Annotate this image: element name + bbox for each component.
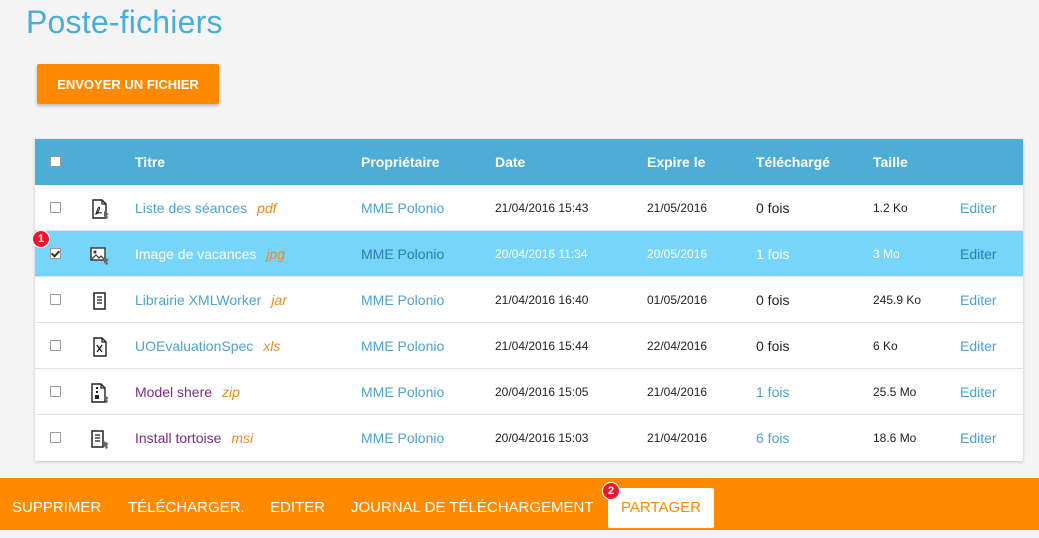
action-bar: SUPPRIMER TÉLÉCHARGER. EDITER JOURNAL DE… — [0, 478, 1039, 530]
edit-button[interactable]: EDITER — [270, 478, 325, 530]
excel-file-icon — [93, 337, 107, 357]
download-count: 0 fois — [756, 200, 790, 216]
row-checkbox[interactable] — [50, 386, 61, 397]
column-header-expires[interactable]: Expire le — [647, 139, 705, 185]
step-badge-2: 2 — [602, 482, 620, 500]
download-button[interactable]: TÉLÉCHARGER. — [128, 478, 245, 530]
download-count: 0 fois — [756, 292, 790, 308]
column-header-title[interactable]: Titre — [135, 139, 165, 185]
file-title[interactable]: Install tortoise — [135, 430, 221, 446]
edit-link[interactable]: Editer — [960, 323, 997, 369]
file-title-link[interactable]: UOEvaluationSpec xls — [135, 323, 280, 369]
row-checkbox[interactable] — [50, 202, 61, 213]
upload-date: 21/04/2016 15:44 — [495, 339, 589, 353]
file-extension: zip — [222, 384, 240, 400]
table-header-row: Titre Propriétaire Date Expire le Téléch… — [35, 139, 1023, 185]
owner-link[interactable]: MME Polonio — [361, 415, 444, 461]
image-file-icon — [90, 247, 109, 265]
file-extension: pdf — [257, 200, 277, 216]
file-size: 3 Mo — [873, 247, 900, 261]
expiry-date: 01/05/2016 — [647, 293, 708, 307]
owner-link[interactable]: MME Polonio — [361, 185, 444, 231]
file-size: 25.5 Mo — [873, 385, 917, 399]
delete-button[interactable]: SUPPRIMER — [12, 478, 101, 530]
edit-link[interactable]: Editer — [960, 415, 997, 461]
column-header-date[interactable]: Date — [495, 139, 525, 185]
column-header-downloaded[interactable]: Téléchargé — [756, 139, 830, 185]
upload-date: 20/04/2016 15:03 — [495, 431, 589, 445]
owner-link[interactable]: MME Polonio — [361, 277, 444, 323]
table-row[interactable]: Liste des séances pdf MME Polonio 21/04/2… — [35, 185, 1023, 231]
owner-link[interactable]: MME Polonio — [361, 231, 444, 277]
file-size: 245.9 Ko — [873, 293, 922, 307]
files-table: Titre Propriétaire Date Expire le Téléch… — [35, 139, 1023, 461]
expiry-date: 20/05/2016 — [647, 247, 708, 261]
upload-date: 20/04/2016 11:34 — [495, 247, 588, 261]
row-checkbox[interactable] — [50, 432, 61, 443]
download-log-button[interactable]: JOURNAL DE TÉLÉCHARGEMENT — [351, 478, 594, 530]
file-title[interactable]: UOEvaluationSpec — [135, 338, 253, 354]
table-row[interactable]: Librairie XMLWorker jar MME Polonio 21/04… — [35, 277, 1023, 323]
edit-link[interactable]: Editer — [960, 231, 997, 277]
file-size: 1.2 Ko — [873, 201, 908, 215]
pdf-file-icon — [92, 199, 109, 219]
text-file-icon — [93, 292, 106, 310]
table-row[interactable]: Image de vacances jpg MME Polonio 20/04/2… — [35, 231, 1023, 277]
share-button[interactable]: PARTAGER — [608, 488, 715, 528]
file-size: 6 Ko — [873, 339, 898, 353]
expiry-date: 21/04/2016 — [647, 385, 708, 399]
owner-link[interactable]: MME Polonio — [361, 369, 444, 415]
select-all-checkbox[interactable] — [50, 156, 61, 167]
expiry-date: 21/05/2016 — [647, 201, 708, 215]
download-count[interactable]: 1 fois — [756, 231, 789, 277]
file-title-link[interactable]: Image de vacances jpg — [135, 231, 285, 277]
column-header-size[interactable]: Taille — [873, 139, 908, 185]
file-title-link[interactable]: Install tortoise msi — [135, 415, 253, 461]
download-count[interactable]: 6 fois — [756, 415, 789, 461]
row-checkbox[interactable] — [50, 248, 61, 259]
file-title[interactable]: Liste des séances — [135, 200, 247, 216]
column-header-owner[interactable]: Propriétaire — [361, 139, 440, 185]
upload-date: 21/04/2016 16:40 — [495, 293, 589, 307]
expiry-date: 22/04/2016 — [647, 339, 708, 353]
table-row[interactable]: UOEvaluationSpec xls MME Polonio 21/04/20… — [35, 323, 1023, 369]
expiry-date: 21/04/2016 — [647, 431, 708, 445]
upload-date: 21/04/2016 15:43 — [495, 201, 589, 215]
file-title[interactable]: Model shere — [135, 384, 212, 400]
file-extension: xls — [263, 338, 281, 354]
table-row[interactable]: Model shere zip MME Polonio 20/04/2016 15… — [35, 369, 1023, 415]
download-count[interactable]: 1 fois — [756, 369, 789, 415]
file-title-link[interactable]: Librairie XMLWorker jar — [135, 277, 287, 323]
download-count: 0 fois — [756, 338, 790, 354]
text-file-icon — [91, 430, 109, 449]
step-badge-1: 1 — [32, 230, 50, 248]
page-title: Poste-fichiers — [26, 4, 223, 40]
file-title[interactable]: Image de vacances — [135, 246, 256, 262]
table-row[interactable]: Install tortoise msi MME Polonio 20/04/20… — [35, 415, 1023, 461]
file-title-link[interactable]: Model shere zip — [135, 369, 240, 415]
owner-link[interactable]: MME Polonio — [361, 323, 444, 369]
zip-file-icon — [91, 383, 109, 403]
upload-file-button[interactable]: ENVOYER UN FICHIER — [37, 64, 219, 104]
row-checkbox[interactable] — [50, 294, 61, 305]
upload-date: 20/04/2016 15:05 — [495, 385, 589, 399]
file-size: 18.6 Mo — [873, 431, 917, 445]
file-extension: jar — [271, 292, 287, 308]
file-extension: msi — [231, 430, 254, 446]
edit-link[interactable]: Editer — [960, 277, 997, 323]
row-checkbox[interactable] — [50, 340, 61, 351]
file-extension: jpg — [266, 246, 286, 262]
file-title[interactable]: Librairie XMLWorker — [135, 292, 261, 308]
edit-link[interactable]: Editer — [960, 185, 997, 231]
edit-link[interactable]: Editer — [960, 369, 997, 415]
file-title-link[interactable]: Liste des séances pdf — [135, 185, 277, 231]
